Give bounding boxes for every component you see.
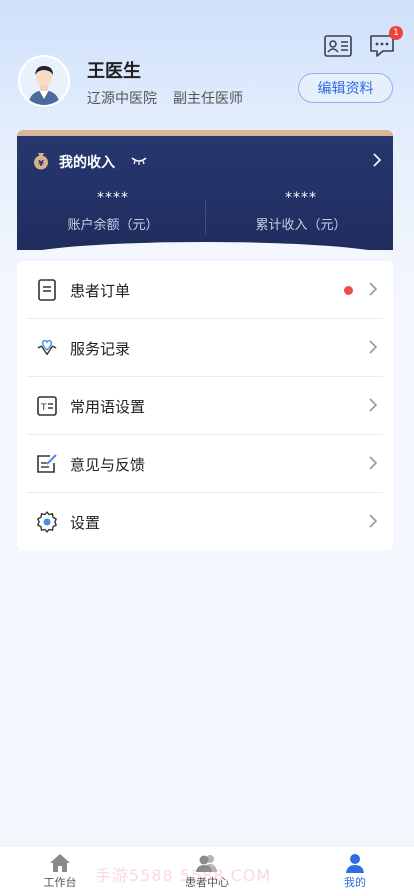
home-icon [20, 852, 100, 874]
income-card[interactable]: ¥ 我的收入 **** 账户余额（元） **** 累计收入（元） [17, 130, 395, 258]
doctor-title: 副主任医师 [173, 91, 243, 107]
menu-label: 意见与反馈 [70, 455, 146, 474]
hospital-name: 辽源中医院 [87, 91, 157, 107]
chevron-right-icon [369, 281, 378, 300]
user-icon [315, 852, 395, 874]
service-icon [36, 337, 58, 359]
menu-label: 常用语设置 [70, 397, 146, 416]
message-badge: 1 [389, 26, 403, 40]
balance-block[interactable]: **** 账户余额（元） [19, 190, 207, 233]
balance-label: 账户余额（元） [67, 218, 159, 233]
balance-value: **** [97, 190, 129, 206]
menu-label: 设置 [70, 513, 101, 532]
watermark: 手游5588 5588.COM [95, 866, 272, 885]
order-icon [36, 279, 58, 301]
income-header: ¥ 我的收入 [31, 150, 147, 174]
tab-label: 工作台 [43, 876, 77, 889]
menu-label: 服务记录 [70, 339, 131, 358]
total-income-value: **** [285, 190, 317, 206]
menu-item-service-records[interactable]: 服务记录 [17, 319, 393, 377]
money-bag-icon: ¥ [31, 150, 51, 174]
total-income-block[interactable]: **** 累计收入（元） [207, 190, 395, 233]
total-income-label: 累计收入（元） [255, 218, 347, 233]
phrase-icon: T [36, 395, 58, 417]
menu-item-patient-orders[interactable]: 患者订单 [17, 261, 393, 319]
notification-dot [344, 285, 353, 295]
eye-closed-icon[interactable] [131, 154, 147, 170]
chevron-right-icon [369, 513, 378, 532]
doctor-info: 辽源中医院 副主任医师 [87, 88, 243, 108]
feedback-icon [36, 453, 58, 475]
message-icon[interactable]: 1 [367, 26, 403, 60]
svg-text:¥: ¥ [38, 159, 44, 168]
chevron-right-icon [369, 339, 378, 358]
chevron-right-icon[interactable] [373, 152, 382, 171]
tab-label: 我的 [344, 876, 366, 889]
settings-icon [36, 511, 58, 533]
edit-profile-button[interactable]: 编辑资料 [298, 73, 393, 103]
income-divider [205, 200, 206, 234]
menu-item-settings[interactable]: 设置 [17, 493, 393, 551]
tab-workbench[interactable]: 工作台 [20, 852, 100, 890]
chevron-right-icon [369, 397, 378, 416]
menu-item-feedback[interactable]: 意见与反馈 [17, 435, 393, 493]
svg-text:T: T [40, 403, 47, 413]
menu-list: 患者订单 服务记录 T 常用语设置 意见与反馈 设置 [17, 261, 393, 550]
chevron-right-icon [369, 455, 378, 474]
menu-label: 患者订单 [70, 281, 131, 300]
doctor-name: 王医生 [87, 61, 141, 82]
tab-mine[interactable]: 我的 [315, 852, 395, 890]
id-card-icon[interactable] [323, 32, 353, 60]
avatar[interactable] [18, 55, 70, 107]
menu-item-phrase-settings[interactable]: T 常用语设置 [17, 377, 393, 435]
income-title: 我的收入 [59, 155, 115, 171]
